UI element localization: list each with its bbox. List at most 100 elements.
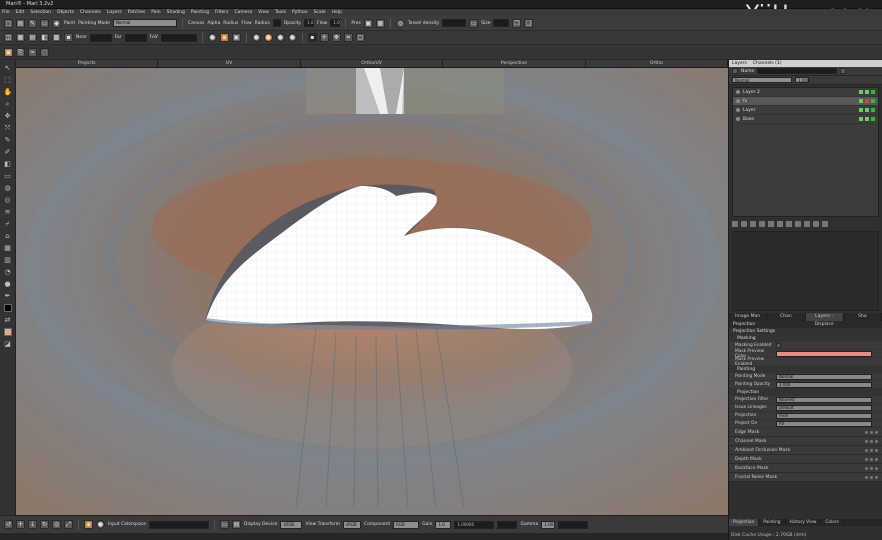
visibility-icon[interactable] [736,117,740,121]
projection-section[interactable]: Projection [729,389,882,396]
tessel-field[interactable] [442,19,467,27]
mask-row-depth-mask[interactable]: Depth Mask [729,455,882,464]
clone-icon[interactable]: ⎘ [16,47,25,57]
toggle-dot-icon[interactable] [870,467,873,470]
smudge-tool-icon[interactable]: ≋ [4,208,12,216]
channels-tab[interactable]: Channels (1) [753,60,782,67]
shading-icon[interactable]: ● [207,33,217,42]
mask-flag-icon[interactable] [865,90,869,94]
toggle-dot-icon[interactable] [875,431,878,434]
visibility-icon[interactable] [736,90,740,94]
viewport-tab-ortho[interactable]: Ortho [585,60,729,67]
duplicate-layer-icon[interactable] [741,221,747,227]
lock-flag-icon[interactable] [859,90,863,94]
merge-icon[interactable] [777,221,783,227]
clone-tool-icon[interactable]: ◎ [4,196,12,204]
paintbucket-icon[interactable]: ◔ [4,268,12,276]
menu-item-camera[interactable]: Camera [235,10,253,15]
tile-icon[interactable]: ▪ [307,33,317,42]
colorspace-icon[interactable]: ● [96,520,105,529]
layer-row[interactable]: fs [733,97,878,106]
visibility-icon[interactable] [736,108,740,112]
viewport[interactable] [16,68,728,515]
mask-toggles[interactable] [865,458,878,461]
reset-colors-icon[interactable]: ◪ [4,340,12,348]
toggle-dot-icon[interactable] [865,431,868,434]
view-transform-select[interactable]: sRGB [342,520,361,529]
opacity-field[interactable]: 1.0 [304,19,315,27]
fill-tool-icon[interactable]: ◧ [4,160,12,168]
transform-tool-icon[interactable]: ⤧ [4,124,12,132]
component-select[interactable]: RGB [393,520,420,529]
layout-icon[interactable]: ▤ [28,33,37,42]
toggle-dot-icon[interactable] [875,467,878,470]
mask-row-ambient-occlusion-mask[interactable]: Ambient Occlusion Mask [729,446,882,455]
filter-gear-icon[interactable] [840,68,847,74]
mask-row-edge-mask[interactable]: Edge Mask [729,428,882,437]
gradient-icon[interactable]: ▥ [4,256,12,264]
toggle-dot-icon[interactable] [865,467,868,470]
brush-tool-icon[interactable]: ✎ [4,136,12,144]
menu-item-file[interactable]: File [2,10,10,15]
move-icon[interactable]: ✛ [319,33,329,42]
menu-item-view[interactable]: View [258,10,269,15]
rotate-view-icon[interactable]: ↻ [40,520,49,529]
arrow-icon[interactable]: ↖ [4,64,12,72]
mask-preview-color-swatch[interactable] [776,350,872,357]
link-icon[interactable] [795,221,801,227]
painting-mode-select[interactable]: Normal [112,19,177,27]
paint-through-icon[interactable]: ▣ [4,47,13,57]
layer-row[interactable]: Layer 2 [733,88,878,97]
mask-flag-icon[interactable] [865,99,869,103]
tessel-icon[interactable]: ▭ [469,18,479,28]
foreground-color-swatch[interactable] [3,304,12,312]
mid-tab-2[interactable]: Layers - Displace [805,313,844,327]
toggle-dot-icon[interactable] [875,449,878,452]
toggle-dot-icon[interactable] [875,458,878,461]
mask-toggles[interactable] [865,476,878,479]
menu-item-layers[interactable]: Layers [107,10,122,15]
brush-icon[interactable]: ✎ [28,18,37,28]
view-icon[interactable]: ▩ [52,33,61,42]
pressure2-icon[interactable]: ▦ [375,18,385,28]
sphere-icon[interactable]: ● [251,33,261,42]
menu-item-selection[interactable]: Selection [30,10,51,15]
mask-row-channel-mask[interactable]: Channel Mask [729,437,882,446]
layer-opacity-field[interactable]: 1.000 [795,77,809,83]
stamp-icon[interactable]: ⌂ [4,232,12,240]
blur-icon[interactable]: ◌ [40,47,49,57]
magnify-icon[interactable]: ⌕ [4,100,12,108]
select-icon[interactable]: ▢ [4,18,13,28]
bottom-tab-painting[interactable]: Painting [759,519,786,526]
pattern-icon[interactable]: ▦ [4,244,12,252]
mask-flag-icon[interactable] [865,117,869,121]
wire-icon[interactable]: ▣ [231,33,241,42]
adjust-icon[interactable] [759,221,765,227]
pen-icon[interactable]: ✒ [4,292,12,300]
issue-lineages-select[interactable]: Default [776,404,872,411]
pressure-icon[interactable]: ▣ [363,18,373,28]
menu-item-scale[interactable]: Scale [314,10,326,15]
eyedropper-icon[interactable]: ⌿ [4,220,12,228]
bottom-tab-projection[interactable]: Projection [729,519,760,526]
sphere-active-icon[interactable]: ● [263,33,273,42]
size-field[interactable] [493,19,510,27]
blur-tool-icon[interactable]: ◍ [4,184,12,192]
move-tool-icon[interactable]: ✥ [4,112,12,120]
menu-item-tools[interactable]: Tools [275,10,286,15]
lock-flag-icon[interactable] [859,117,863,121]
group-icon[interactable] [750,221,756,227]
paste-icon[interactable]: ❑ [524,18,534,28]
split-icon[interactable]: ◧ [40,33,49,42]
projection-filter-select[interactable]: Nearest [776,396,872,403]
active-shading-icon[interactable]: ◉ [219,33,229,42]
toggle-dot-icon[interactable] [870,458,873,461]
toggle-dot-icon[interactable] [865,440,868,443]
gamma-slider[interactable] [558,520,589,529]
rotate-left-icon[interactable]: ↺ [4,520,13,529]
menu-item-pain[interactable]: Pain [151,10,160,15]
masking-enabled-checkbox[interactable] [776,343,781,348]
zoom-view-icon[interactable]: ◎ [52,520,61,529]
menu-item-edit[interactable]: Edit [16,10,25,15]
toggle-dot-icon[interactable] [865,476,868,479]
